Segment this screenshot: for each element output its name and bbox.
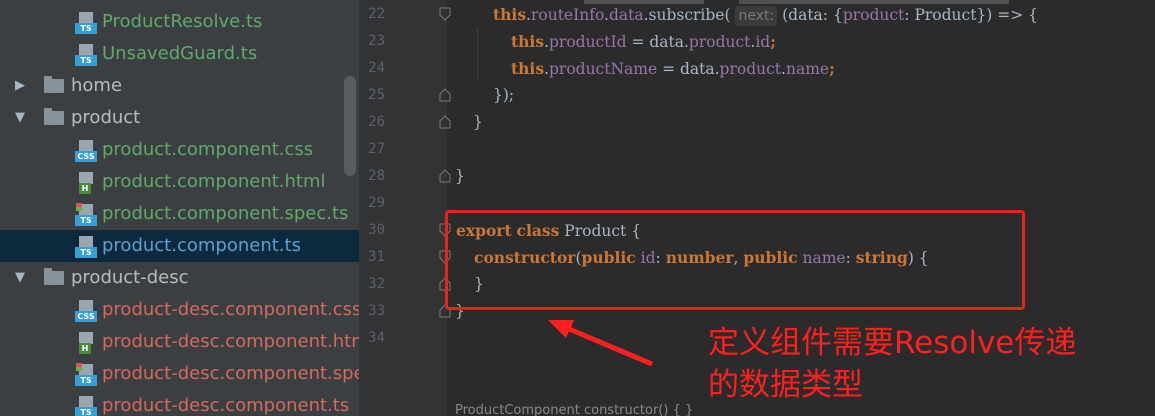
css-file-icon: CSS	[75, 300, 97, 322]
fold-end-icon[interactable]	[439, 169, 451, 183]
line-number: 26	[368, 114, 385, 130]
parameter-hint: next:	[735, 6, 778, 26]
project-tree-panel: TS ProductResolve.ts TS UnsavedGuard.ts …	[0, 0, 359, 416]
tree-item-product-ts[interactable]: TS product.component.ts	[0, 230, 359, 262]
tree-item-label: product-desc.component.spec	[102, 363, 359, 384]
code-line-22: this.routeInfo.data.subscribe( next: (da…	[493, 5, 1039, 26]
typescript-file-icon: TS	[75, 44, 97, 66]
annotation-arrow-icon	[548, 320, 653, 367]
typescript-file-icon: TS	[75, 12, 97, 34]
line-number: 30	[368, 222, 385, 238]
folder-icon	[44, 108, 64, 125]
tree-item-label: product.component.html	[102, 171, 326, 192]
css-file-icon: CSS	[75, 140, 97, 162]
line-number: 33	[368, 303, 385, 319]
code-line-23: this.productId = data.product.id;	[511, 32, 776, 51]
line-number: 32	[368, 276, 385, 292]
tree-item-product-resolve[interactable]: TS ProductResolve.ts	[0, 6, 359, 38]
html-file-icon: H	[75, 172, 97, 194]
annotation-line-1: 定义组件需要Resolve传递	[708, 325, 1077, 361]
typescript-file-icon: TS	[75, 396, 97, 416]
spec-file-icon: TS	[75, 203, 97, 226]
tree-item-product-css[interactable]: CSS product.component.css	[0, 134, 359, 166]
tree-item-label: home	[71, 75, 123, 96]
tree-item-product-desc-spec[interactable]: TS product-desc.component.spec	[0, 358, 359, 390]
tree-item-label: product-desc.component.htm	[102, 331, 359, 352]
chevron-right-icon[interactable]: ▶	[13, 78, 27, 94]
tree-item-label: product.component.ts	[102, 235, 301, 256]
annotation-text: 定义组件需要Resolve传递 的数据类型	[708, 322, 1148, 406]
fold-end-icon[interactable]	[439, 88, 451, 102]
tree-item-label: product	[71, 107, 141, 128]
tree-item-product-spec[interactable]: TS product.component.spec.ts	[0, 198, 359, 230]
line-number: 27	[368, 141, 385, 157]
indent-guide	[477, 27, 478, 81]
chevron-down-icon[interactable]: ▼	[13, 270, 27, 286]
line-number: 25	[368, 87, 385, 103]
tree-item-label: ProductResolve.ts	[102, 11, 263, 32]
tree-item-label: product.component.css	[102, 139, 314, 160]
tree-item-label: product-desc	[71, 267, 189, 288]
chevron-down-icon[interactable]: ▼	[13, 110, 27, 126]
sidebar-scrollbar-thumb[interactable]	[344, 76, 356, 176]
tree-folder-product[interactable]: ▼ product	[0, 102, 359, 134]
tree-item-label: product-desc.component.ts	[102, 395, 350, 416]
tree-item-product-desc-ts[interactable]: TS product-desc.component.ts	[0, 390, 359, 416]
code-line-26: }	[473, 113, 483, 131]
annotation-highlight-box	[445, 210, 1025, 310]
code-line-25: });	[493, 86, 515, 104]
tree-item-label: UnsavedGuard.ts	[102, 43, 258, 64]
code-line-24: this.productName = data.product.name;	[511, 59, 835, 78]
folder-icon	[44, 76, 64, 93]
tree-item-label: product.component.spec.ts	[102, 203, 349, 224]
tree-folder-home[interactable]: ▶ home	[0, 70, 359, 102]
fold-end-icon[interactable]	[439, 115, 451, 129]
fold-close-icon[interactable]	[439, 7, 451, 21]
breadcrumb: ProductComponent constructor() { }	[455, 403, 694, 416]
line-number: 22	[368, 6, 385, 22]
spec-file-icon: TS	[75, 363, 97, 386]
tree-item-unsaved-guard[interactable]: TS UnsavedGuard.ts	[0, 38, 359, 70]
line-number: 34	[368, 330, 385, 346]
tree-folder-product-desc[interactable]: ▼ product-desc	[0, 262, 359, 294]
annotation-line-2: 的数据类型	[708, 367, 863, 403]
code-line-28: }	[455, 167, 465, 185]
line-number: 28	[368, 168, 385, 184]
html-file-icon: H	[75, 332, 97, 354]
tree-item-product-desc-css[interactable]: CSS product-desc.component.css	[0, 294, 359, 326]
line-number: 31	[368, 249, 385, 265]
line-number: 29	[368, 195, 385, 211]
line-number-gutter: 22 23 24 25 26 27 28 29 30 31 32 33 34	[359, 0, 451, 416]
folder-icon	[44, 268, 64, 285]
tree-item-product-html[interactable]: H product.component.html	[0, 166, 359, 198]
line-number: 23	[368, 33, 385, 49]
line-number: 24	[368, 60, 385, 76]
typescript-file-icon: TS	[75, 236, 97, 258]
tree-item-product-desc-html[interactable]: H product-desc.component.htm	[0, 326, 359, 358]
tree-item-label: product-desc.component.css	[102, 299, 359, 320]
